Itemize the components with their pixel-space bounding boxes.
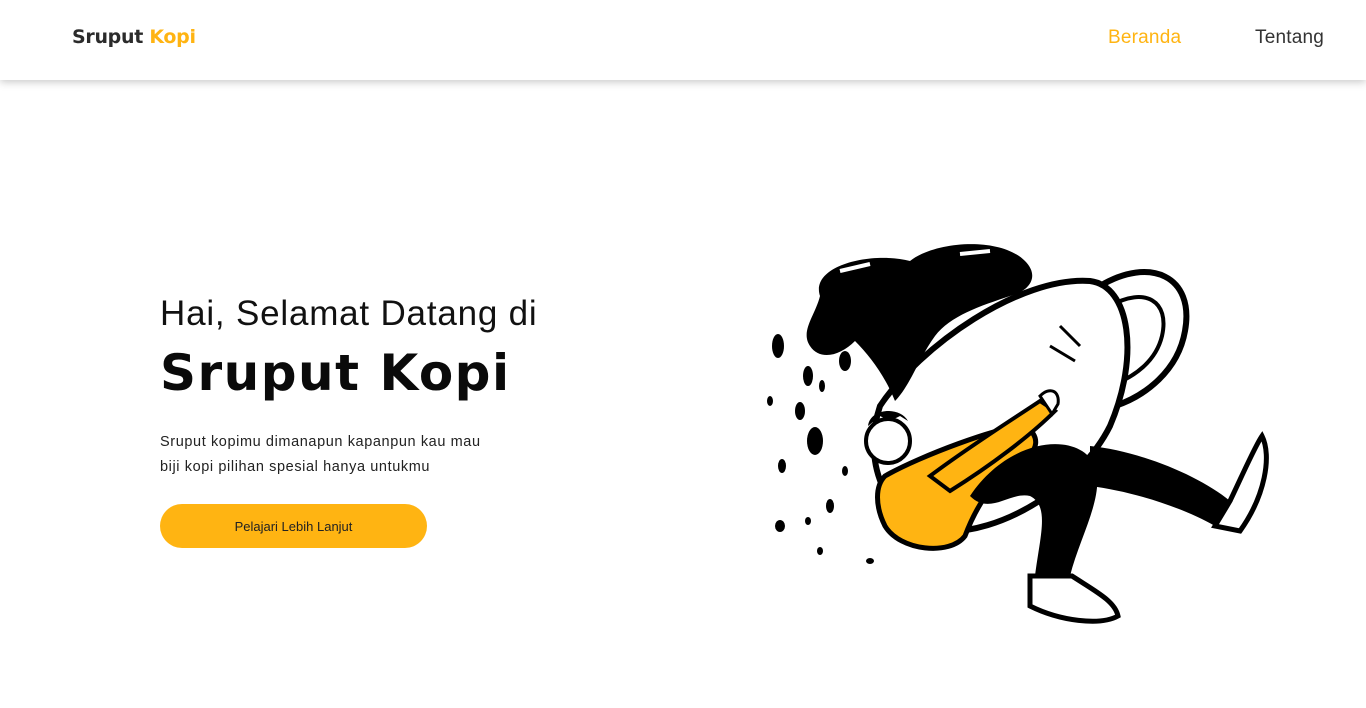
- person-shoe-front: [1027, 573, 1121, 624]
- brand-primary: Sruput: [72, 26, 143, 48]
- coffee-droplets: [767, 334, 874, 564]
- brand-logo[interactable]: Sruput Kopi: [72, 26, 196, 48]
- nav-link-beranda[interactable]: Beranda: [1108, 27, 1181, 49]
- hero-title: Sruput Kopi: [160, 344, 511, 402]
- hero-description: Sruput kopimu dimanapun kapanpun kau mau…: [160, 430, 580, 480]
- hero-description-line-1: Sruput kopimu dimanapun kapanpun kau mau: [160, 434, 481, 450]
- navbar: Sruput Kopi Beranda Tentang: [0, 0, 1366, 80]
- hero-greeting: Hai, Selamat Datang di: [160, 294, 538, 333]
- person-leg-back: [1090, 446, 1230, 526]
- learn-more-button[interactable]: Pelajari Lebih Lanjut: [160, 504, 427, 548]
- brand-accent: Kopi: [149, 26, 196, 48]
- nav-link-tentang[interactable]: Tentang: [1255, 27, 1324, 49]
- person-head: [864, 417, 912, 465]
- person-shoe-back: [1211, 431, 1269, 534]
- hero-description-line-2: biji kopi pilihan spesial hanya untukmu: [160, 459, 431, 475]
- coffee-cup-person-illustration-icon: [767, 244, 1269, 624]
